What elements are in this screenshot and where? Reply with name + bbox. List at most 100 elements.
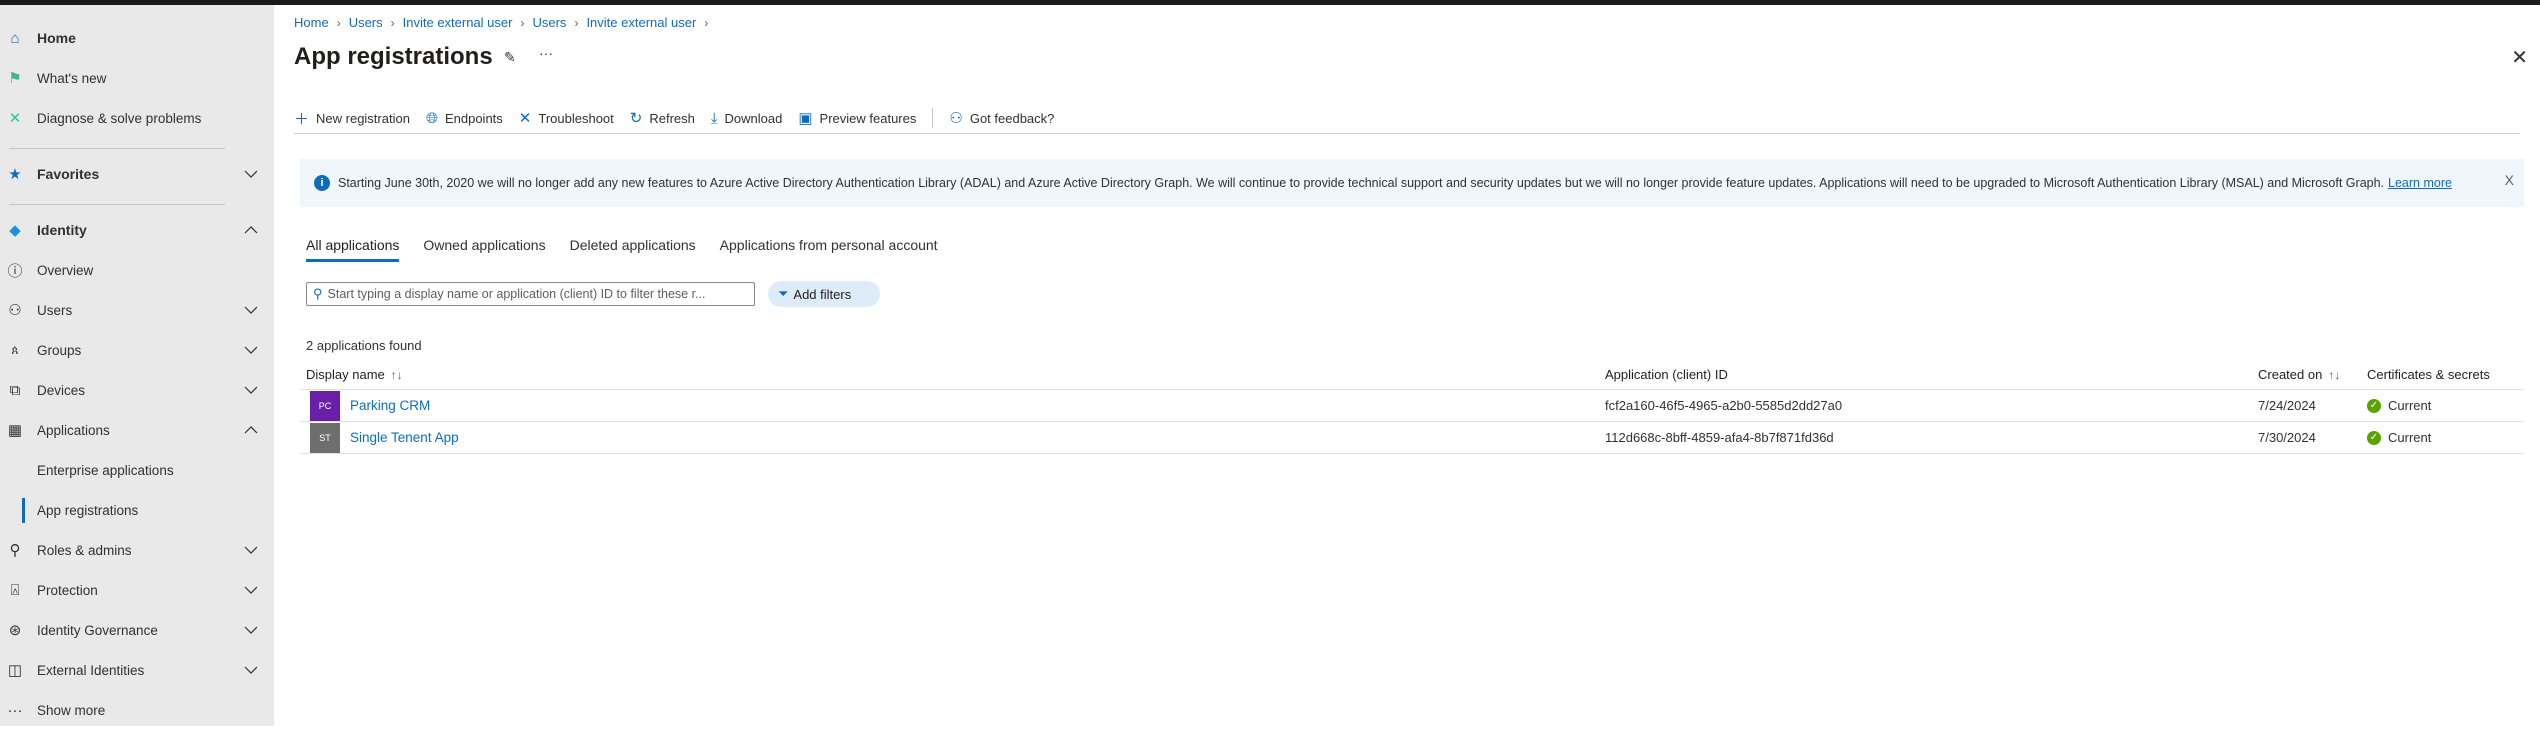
column-client-id: Application (client) ID [1605, 367, 1728, 382]
sidebar-item-users[interactable]: ⚇ Users [0, 290, 274, 330]
tab-owned-applications[interactable]: Owned applications [423, 237, 545, 262]
sidebar-item-enterprise-applications[interactable]: Enterprise applications [0, 450, 274, 490]
sidebar-item-external-identities[interactable]: ◫ External Identities [0, 650, 274, 690]
download-icon: ⤓ [710, 109, 718, 127]
page-title: App registrations [294, 43, 493, 70]
sidebar-item-home[interactable]: ⌂ Home [0, 18, 274, 58]
governance-icon: ⊛ [8, 622, 22, 639]
check-circle-icon: ✓ [2367, 398, 2381, 413]
chevron-down-icon[interactable] [244, 303, 258, 317]
sidebar-item-protection[interactable]: ⍓ Protection [0, 570, 274, 610]
app-name-link[interactable]: Parking CRM [350, 398, 430, 413]
devices-icon: ⧉ [9, 381, 21, 399]
chevron-down-icon[interactable] [244, 383, 258, 397]
user-icon: ⚇ [8, 302, 22, 319]
groups-icon: ጰ [11, 342, 19, 357]
chevron-down-icon[interactable] [244, 167, 258, 181]
star-icon: ★ [8, 166, 22, 183]
app-avatar: ST [310, 422, 340, 453]
client-id: 112d668c-8bff-4859-afa4-8b7f871fd36d [1605, 430, 1834, 445]
table-header: Display name ↑↓ Application (client) ID C… [300, 360, 2524, 390]
sidebar-item-favorites[interactable]: ★ Favorites [0, 154, 274, 194]
breadcrumb-users[interactable]: Users [349, 15, 383, 30]
wrench-icon: ✕ [518, 110, 532, 127]
learn-more-link[interactable]: Learn more [2388, 176, 2452, 190]
column-display-name[interactable]: Display name ↑↓ [306, 360, 403, 389]
search-icon: ⚲ [313, 286, 323, 301]
endpoints-button[interactable]: 🌐︎ Endpoints [426, 103, 503, 133]
pin-icon[interactable]: ✎ [504, 49, 516, 66]
results-count: 2 applications found [306, 338, 422, 353]
external-identities-icon: ◫ [7, 662, 23, 679]
more-options-button[interactable]: ··· [539, 45, 553, 61]
sidebar-item-show-more[interactable]: ··· Show more [0, 690, 274, 730]
divider [9, 204, 225, 205]
column-created-on[interactable]: Created on ↑↓ [2258, 360, 2340, 389]
check-circle-icon: ✓ [2367, 430, 2381, 445]
deprecation-banner: i Starting June 30th, 2020 we will no lo… [300, 159, 2524, 207]
refresh-button[interactable]: ↻ Refresh [630, 103, 695, 133]
chevron-down-icon[interactable] [244, 583, 258, 597]
close-button[interactable]: ✕ [2511, 45, 2528, 70]
created-date: 7/30/2024 [2258, 430, 2316, 445]
sidebar-item-roles-admins[interactable]: ⚲ Roles & admins [0, 530, 274, 570]
info-icon: ⓘ [7, 262, 23, 280]
troubleshoot-button[interactable]: ✕ Troubleshoot [519, 103, 614, 133]
sidebar-item-whats-new[interactable]: ⚑ What's new [0, 58, 274, 98]
refresh-icon: ↻ [629, 110, 643, 127]
breadcrumb-invite-external-user[interactable]: Invite external user [586, 15, 696, 30]
tab-deleted-applications[interactable]: Deleted applications [570, 237, 696, 262]
sidebar-item-diagnose[interactable]: ✕ Diagnose & solve problems [0, 98, 274, 138]
client-id: fcf2a160-46f5-4965-a2b0-5585d2dd27a0 [1605, 398, 1843, 413]
add-filters-button[interactable]: ⏷ Add filters [768, 281, 880, 307]
chevron-up-icon[interactable] [244, 423, 258, 437]
feedback-button[interactable]: ⚇ Got feedback? [949, 103, 1054, 133]
column-certificates: Certificates & secrets [2367, 367, 2490, 382]
created-date: 7/24/2024 [2258, 398, 2316, 413]
sidebar-item-overview[interactable]: ⓘ Overview [0, 250, 274, 290]
sidebar-item-identity-governance[interactable]: ⊛ Identity Governance [0, 610, 274, 650]
tab-personal-account[interactable]: Applications from personal account [720, 237, 938, 262]
main-content: Home › Users › Invite external user › Users… [274, 5, 2540, 726]
app-name-link[interactable]: Single Tenent App [350, 430, 459, 445]
chevron-up-icon[interactable] [244, 223, 258, 237]
identity-diamond-icon: ◆ [9, 222, 21, 239]
home-icon: ⌂ [10, 29, 20, 47]
globe-icon: 🌐︎ [425, 109, 438, 127]
wrench-icon: ✕ [8, 110, 22, 127]
table-row: ST Single Tenent App 112d668c-8bff-4859-a… [300, 422, 2524, 454]
toolbar: ＋ New registration 🌐︎ Endpoints ✕ Troublesh… [294, 103, 2520, 134]
chevron-down-icon[interactable] [244, 623, 258, 637]
banner-close-button[interactable]: X [2505, 172, 2514, 188]
lock-icon: ⍓ [10, 581, 20, 599]
table-row: PC Parking CRM fcf2a160-46f5-4965-a2b0-55… [300, 390, 2524, 422]
chevron-right-icon: › [574, 15, 579, 30]
preview-features-button[interactable]: ▣ Preview features [798, 103, 916, 133]
sort-icon[interactable]: ↑↓ [2328, 368, 2340, 382]
info-icon: i [314, 175, 330, 191]
chevron-down-icon[interactable] [244, 343, 258, 357]
breadcrumb-invite-external-user[interactable]: Invite external user [403, 15, 513, 30]
feedback-icon: ⚇ [949, 110, 963, 127]
sort-icon[interactable]: ↑↓ [391, 368, 403, 382]
breadcrumb-users[interactable]: Users [532, 15, 566, 30]
tab-all-applications[interactable]: All applications [306, 237, 400, 262]
sidebar-item-app-registrations[interactable]: App registrations [0, 490, 274, 530]
sidebar-item-devices[interactable]: ⧉ Devices [0, 370, 274, 410]
cert-status: Current [2388, 398, 2432, 413]
download-button[interactable]: ⤓ Download [711, 103, 782, 133]
chevron-down-icon[interactable] [244, 663, 258, 677]
search-input[interactable]: ⚲ Start typing a display name or applica… [306, 282, 755, 306]
sidebar-item-identity[interactable]: ◆ Identity [0, 210, 274, 250]
new-registration-button[interactable]: ＋ New registration [294, 103, 410, 133]
toolbar-divider [932, 108, 934, 128]
chevron-right-icon: › [520, 15, 525, 30]
breadcrumb-home[interactable]: Home [294, 15, 329, 30]
cert-status: Current [2388, 430, 2432, 445]
megaphone-icon: ⚑ [8, 70, 22, 87]
sidebar-item-applications[interactable]: ▦ Applications [0, 410, 274, 450]
sidebar: ⌂ Home ⚑ What's new ✕ Diagnose & solve p… [0, 5, 274, 726]
app-avatar: PC [310, 390, 340, 421]
sidebar-item-groups[interactable]: ጰ Groups [0, 330, 274, 370]
chevron-down-icon[interactable] [244, 543, 258, 557]
